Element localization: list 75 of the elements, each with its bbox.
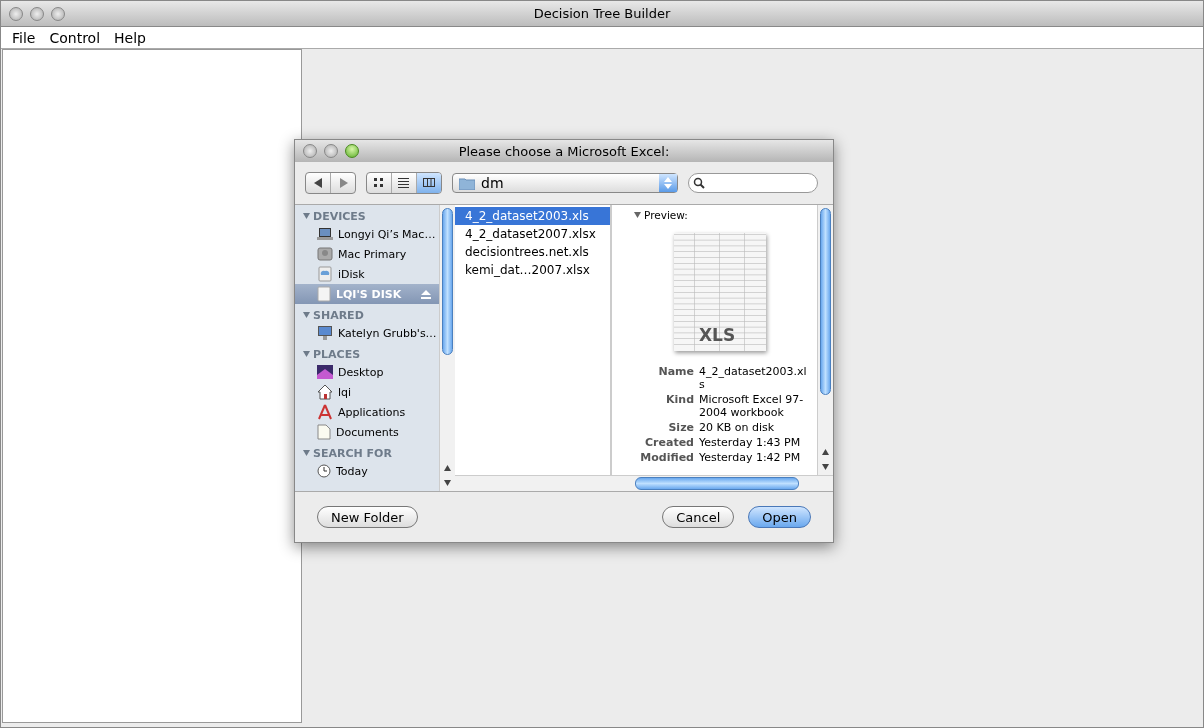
disclosure-triangle-icon	[303, 213, 310, 220]
disclosure-triangle-icon	[303, 450, 310, 457]
sidebar-item[interactable]: iDisk	[295, 264, 439, 284]
detail-value: 20 KB on disk	[699, 421, 776, 434]
scrollbar[interactable]	[439, 205, 455, 491]
view-mode-icon	[423, 177, 435, 189]
file-list-row[interactable]: 4_2_dataset2003.xls	[455, 207, 610, 225]
window-control-button[interactable]	[9, 6, 23, 21]
sidebar-heading: DEVICES	[313, 210, 366, 223]
document-icon	[317, 424, 331, 440]
detail-value: Yesterday 1:42 PM	[699, 451, 802, 464]
menu-item[interactable]: File	[5, 29, 43, 46]
disclosure-triangle-icon	[634, 211, 641, 219]
up-down-arrows-icon	[664, 177, 672, 189]
preview-heading: Preview:	[644, 209, 688, 221]
sidebar-item[interactable]: Katelyn Grubb's…	[295, 323, 439, 343]
horizontal-scrollbar[interactable]	[455, 475, 833, 491]
detail-value: Yesterday 1:43 PM	[699, 436, 802, 449]
file-list-row[interactable]: kemi_dat…2007.xlsx	[455, 261, 610, 279]
view-mode-icon	[398, 177, 410, 189]
scrollbar[interactable]	[817, 205, 833, 475]
detail-label: Kind	[665, 393, 694, 408]
location-popup[interactable]: dm	[452, 173, 678, 193]
detail-label: Created	[644, 436, 694, 449]
desktop-icon	[317, 365, 333, 379]
view-button[interactable]	[417, 173, 441, 193]
eject-icon[interactable]	[421, 289, 431, 299]
window-control-button[interactable]	[30, 6, 44, 21]
sidebar-item[interactable]: Mac Primary	[295, 244, 439, 264]
menu-item[interactable]: Control	[42, 29, 108, 46]
file-list-row[interactable]: decisiontrees.net.xls	[455, 243, 610, 261]
sidebar-item[interactable]: Longyi Qi’s Mac…	[295, 224, 439, 244]
sidebar-heading: SHARED	[313, 309, 364, 322]
search-field[interactable]	[688, 173, 818, 193]
window-control-button[interactable]	[303, 144, 317, 158]
detail-label: Modified	[639, 451, 694, 464]
sidebar-item[interactable]: lqi	[295, 382, 439, 402]
view-mode-icon	[373, 177, 385, 189]
sidebar-item[interactable]: Desktop	[295, 362, 439, 382]
folder-icon	[459, 176, 475, 190]
search-icon	[693, 177, 705, 189]
scroll-down-arrow-icon	[444, 480, 451, 487]
file-list-row[interactable]: 4_2_dataset2007.xlsx	[455, 225, 610, 243]
left-triangle-icon	[313, 178, 323, 188]
dialog-button[interactable]: Open	[748, 506, 811, 528]
detail-value: 4_2_dataset2003.xl s	[699, 365, 808, 391]
scroll-up-arrow-icon	[444, 465, 451, 472]
dialog-title: Please choose a Microsoft Excel:	[458, 143, 670, 159]
sidebar-item[interactable]: Applications	[295, 402, 439, 422]
sidebar-item[interactable]: Documents	[295, 422, 439, 442]
clock-icon	[317, 464, 331, 478]
detail-label: Size	[667, 421, 694, 434]
laptop-icon	[317, 227, 333, 241]
disclosure-triangle-icon	[303, 312, 310, 319]
window-control-button[interactable]	[324, 144, 338, 158]
scroll-down-arrow-icon	[822, 464, 829, 471]
window-control-button[interactable]	[51, 6, 65, 21]
dialog-button[interactable]: New Folder	[317, 506, 418, 528]
window-control-button[interactable]	[345, 144, 359, 158]
dialog-button[interactable]: Cancel	[662, 506, 735, 528]
hard-drive-icon	[317, 246, 333, 262]
sidebar-heading: PLACES	[313, 348, 361, 361]
window-title: Decision Tree Builder	[533, 6, 671, 21]
file-type-label: XLS	[699, 325, 736, 345]
spreadsheet-thumbnail-icon	[674, 233, 766, 351]
scroll-up-arrow-icon	[822, 449, 829, 456]
disclosure-triangle-icon	[303, 351, 310, 358]
detail-value: Microsoft Excel 97-2004 workbook	[699, 393, 805, 419]
house-icon	[317, 384, 333, 400]
right-triangle-icon	[338, 178, 348, 188]
monitor-icon	[317, 325, 333, 341]
sidebar-item[interactable]: Today	[295, 461, 439, 481]
sidebar-heading: SEARCH FOR	[313, 447, 392, 460]
menu-item[interactable]: Help	[107, 29, 153, 46]
detail-label: Name	[657, 365, 694, 380]
